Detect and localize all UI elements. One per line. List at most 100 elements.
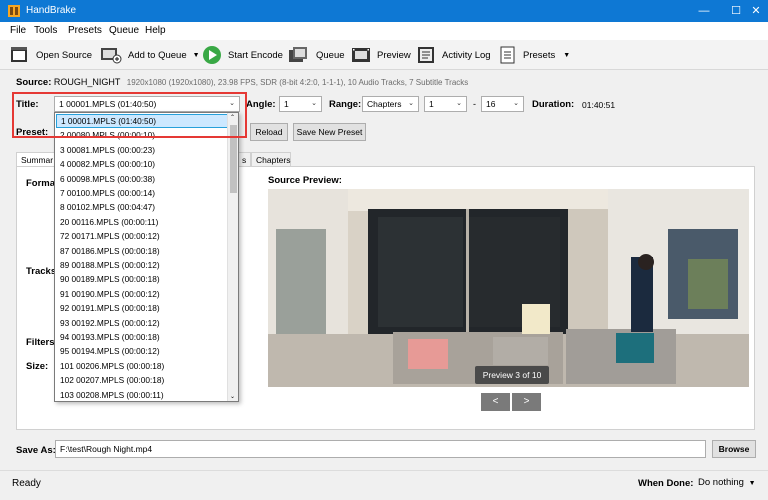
list-item[interactable]: 90 00189.MPLS (00:00:18) bbox=[56, 272, 228, 286]
presets-icon bbox=[500, 46, 515, 64]
presets-button[interactable]: Presets ▼ bbox=[499, 44, 570, 66]
activity-log-label: Activity Log bbox=[442, 49, 491, 61]
film-icon bbox=[352, 48, 370, 62]
menu-tools[interactable]: Tools bbox=[34, 25, 57, 36]
list-item[interactable]: 103 00208.MPLS (00:00:11) bbox=[56, 388, 228, 401]
list-item[interactable]: 72 00171.MPLS (00:00:12) bbox=[56, 229, 228, 243]
menu-help[interactable]: Help bbox=[145, 25, 166, 36]
source-line: Source: ROUGH_NIGHT 1920x1080 (1920x1080… bbox=[16, 77, 468, 88]
minimize-button[interactable]: — bbox=[688, 0, 720, 22]
list-item[interactable]: 93 00192.MPLS (00:00:12) bbox=[56, 316, 228, 330]
range-end-value: 16 bbox=[486, 99, 496, 109]
activity-log-icon bbox=[418, 47, 434, 63]
tab-subtitles[interactable]: s bbox=[238, 152, 251, 167]
status-bar: Ready When Done: Do nothing ▼ bbox=[0, 470, 768, 500]
title-bar: HandBrake — ☐ ✕ bbox=[0, 0, 768, 22]
status-text: Ready bbox=[12, 478, 41, 489]
range-dash: - bbox=[473, 99, 476, 109]
menu-file[interactable]: File bbox=[10, 25, 26, 36]
list-item[interactable]: 6 00098.MPLS (00:00:38) bbox=[56, 172, 228, 186]
handbrake-app-icon bbox=[8, 5, 20, 17]
list-item[interactable]: 94 00193.MPLS (00:00:18) bbox=[56, 330, 228, 344]
list-item[interactable]: 87 00186.MPLS (00:00:18) bbox=[56, 244, 228, 258]
menu-queue[interactable]: Queue bbox=[109, 25, 139, 36]
add-to-queue-label: Add to Queue bbox=[128, 49, 187, 61]
save-new-preset-button[interactable]: Save New Preset bbox=[293, 123, 366, 141]
chevron-down-icon: ▼ bbox=[748, 480, 756, 487]
angle-dropdown-value: 1 bbox=[284, 99, 289, 109]
tracks-label: Tracks bbox=[26, 266, 57, 277]
save-as-input[interactable]: F:\test\Rough Night.mp4 bbox=[55, 440, 706, 458]
dropdown-scrollbar[interactable]: ⌃ ⌄ bbox=[227, 113, 238, 401]
when-done-value: Do nothing bbox=[698, 477, 744, 488]
list-item[interactable]: 101 00206.MPLS (00:00:18) bbox=[56, 359, 228, 373]
reload-button[interactable]: Reload bbox=[250, 123, 288, 141]
activity-log-button[interactable]: Activity Log bbox=[416, 44, 491, 66]
menu-bar: File Tools Presets Queue Help bbox=[0, 22, 768, 40]
size-label: Size: bbox=[26, 361, 49, 372]
format-label: Forma bbox=[26, 178, 56, 189]
presets-label: Presets bbox=[523, 49, 556, 61]
preview-prev-button[interactable]: < bbox=[481, 393, 510, 411]
queue-label: Queue bbox=[316, 49, 345, 61]
chevron-down-icon[interactable]: ▼ bbox=[563, 52, 570, 59]
source-preview-label: Source Preview: bbox=[268, 175, 342, 186]
highlight-annotation bbox=[12, 92, 247, 138]
list-item[interactable]: 92 00191.MPLS (00:00:18) bbox=[56, 301, 228, 315]
play-icon bbox=[203, 46, 221, 64]
close-button[interactable]: ✕ bbox=[744, 0, 768, 22]
list-item[interactable]: 102 00207.MPLS (00:00:18) bbox=[56, 373, 228, 387]
chevron-down-icon: ⌄ bbox=[311, 100, 317, 107]
queue-icon bbox=[289, 47, 307, 62]
chevron-down-icon: ⌄ bbox=[456, 100, 462, 107]
when-done-label: When Done: bbox=[638, 478, 694, 489]
open-source-button[interactable]: Open Source bbox=[10, 44, 92, 66]
tab-chapters[interactable]: Chapters bbox=[251, 152, 291, 167]
start-encode-label: Start Encode bbox=[228, 49, 283, 61]
range-end-dropdown[interactable]: 16 ⌄ bbox=[481, 96, 524, 112]
duration-label: Duration: bbox=[532, 99, 575, 110]
source-name: ROUGH_NIGHT bbox=[53, 77, 121, 87]
range-start-value: 1 bbox=[429, 99, 434, 109]
chevron-down-icon[interactable]: ▼ bbox=[193, 52, 200, 59]
preview-counter: Preview 3 of 10 bbox=[475, 366, 549, 384]
preview-image bbox=[268, 189, 749, 387]
range-type-dropdown[interactable]: Chapters ⌄ bbox=[362, 96, 419, 112]
source-label: Source: bbox=[16, 77, 52, 88]
list-item[interactable]: 4 00082.MPLS (00:00:10) bbox=[56, 157, 228, 171]
tab-summary[interactable]: Summar bbox=[16, 152, 56, 167]
open-source-icon bbox=[11, 47, 27, 62]
add-to-queue-icon bbox=[101, 48, 122, 64]
when-done-dropdown[interactable]: Do nothing ▼ bbox=[698, 477, 760, 488]
chevron-down-icon: ⌄ bbox=[513, 100, 519, 107]
browse-button[interactable]: Browse bbox=[712, 440, 756, 458]
preview-label: Preview bbox=[377, 49, 411, 61]
list-item[interactable]: 95 00194.MPLS (00:00:12) bbox=[56, 344, 228, 358]
angle-dropdown[interactable]: 1 ⌄ bbox=[279, 96, 322, 112]
list-item[interactable]: 3 00081.MPLS (00:00:23) bbox=[56, 143, 228, 157]
menu-presets[interactable]: Presets bbox=[68, 25, 102, 36]
open-source-label: Open Source bbox=[36, 49, 92, 61]
scroll-down-icon[interactable]: ⌄ bbox=[230, 393, 235, 400]
angle-label: Angle: bbox=[246, 99, 276, 110]
toolbar: Open Source Add to Queue ▼ Start Encode … bbox=[0, 40, 768, 70]
list-item[interactable]: 91 00190.MPLS (00:00:12) bbox=[56, 287, 228, 301]
list-item[interactable]: 89 00188.MPLS (00:00:12) bbox=[56, 258, 228, 272]
list-item[interactable]: 7 00100.MPLS (00:00:14) bbox=[56, 186, 228, 200]
source-details: 1920x1080 (1920x1080), 23.98 FPS, SDR (8… bbox=[126, 78, 469, 87]
title-dropdown-list: 1 00001.MPLS (01:40:50) 2 00080.MPLS (00… bbox=[54, 112, 239, 402]
add-to-queue-button[interactable]: Add to Queue ▼ bbox=[100, 44, 200, 66]
list-item[interactable]: 20 00116.MPLS (00:00:11) bbox=[56, 215, 228, 229]
range-type-value: Chapters bbox=[367, 99, 402, 109]
filters-label: Filters bbox=[26, 337, 55, 348]
start-encode-button[interactable]: Start Encode bbox=[202, 44, 283, 66]
range-start-dropdown[interactable]: 1 ⌄ bbox=[424, 96, 467, 112]
preview-button[interactable]: Preview bbox=[351, 44, 411, 66]
range-label: Range: bbox=[329, 99, 362, 110]
window-title: HandBrake bbox=[26, 5, 77, 16]
list-item[interactable]: 8 00102.MPLS (00:04:47) bbox=[56, 200, 228, 214]
chevron-down-icon: ⌄ bbox=[408, 100, 414, 107]
duration-value: 01:40:51 bbox=[582, 100, 616, 110]
queue-button[interactable]: Queue bbox=[288, 44, 345, 66]
preview-next-button[interactable]: > bbox=[512, 393, 541, 411]
